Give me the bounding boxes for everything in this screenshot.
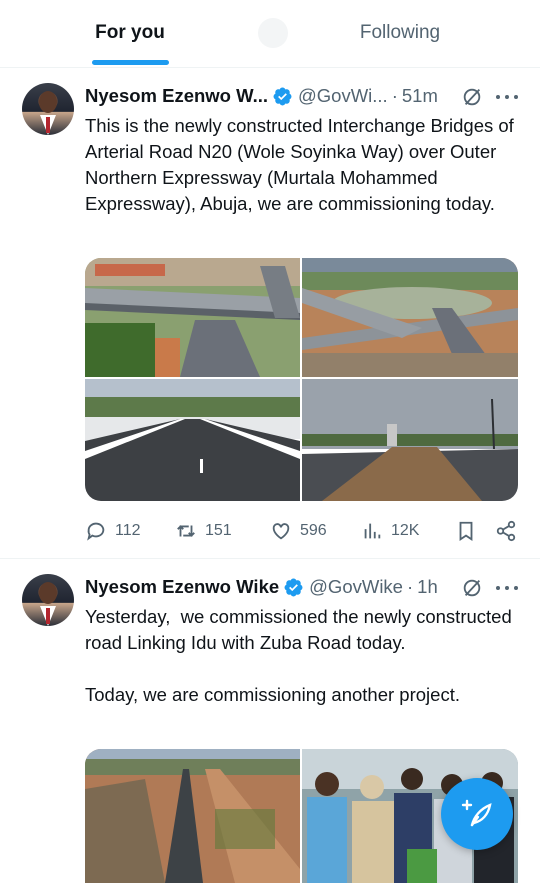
- tab-for-you[interactable]: For you: [60, 0, 200, 66]
- views-button[interactable]: 12K: [361, 518, 419, 544]
- more-icon[interactable]: [496, 86, 518, 108]
- media-photo-median-road[interactable]: [302, 379, 518, 501]
- tweet-text: This is the newly constructed Interchang…: [85, 113, 515, 217]
- media-photo-interchange-aerial[interactable]: [85, 258, 300, 377]
- author-handle[interactable]: @GovWike: [309, 576, 403, 598]
- share-button[interactable]: [495, 518, 525, 544]
- reply-icon: [87, 522, 105, 541]
- tweet[interactable]: Nyesom Ezenwo W... @GovWi... · 51m This …: [0, 69, 540, 559]
- retweet-count: 151: [205, 522, 232, 539]
- compose-icon: [461, 799, 492, 827]
- tab-divider-icon: [258, 18, 288, 48]
- author-name[interactable]: Nyesom Ezenwo Wike: [85, 576, 279, 598]
- avatar[interactable]: [22, 574, 74, 626]
- views-count: 12K: [391, 522, 420, 539]
- timestamp[interactable]: 51m: [402, 85, 438, 107]
- share-icon: [496, 520, 516, 542]
- bookmark-icon: [459, 521, 473, 541]
- reply-count: 112: [115, 522, 141, 539]
- reply-button[interactable]: 112: [85, 518, 141, 544]
- author-handle[interactable]: @GovWi...: [298, 85, 388, 107]
- timestamp[interactable]: 1h: [417, 576, 438, 598]
- bookmark-button[interactable]: [455, 518, 485, 544]
- separator-dot: ·: [406, 576, 414, 597]
- tweet-text-body: Yesterday, we commissioned the newly con…: [85, 606, 512, 705]
- grok-icon[interactable]: [461, 86, 483, 108]
- tweet-header: Nyesom Ezenwo Wike @GovWike · 1h: [85, 574, 438, 600]
- retweet-icon: [177, 525, 195, 537]
- author-name[interactable]: Nyesom Ezenwo W...: [85, 85, 268, 107]
- tweet-header: Nyesom Ezenwo W... @GovWi... · 51m: [85, 83, 438, 109]
- tab-for-you-label: For you: [95, 22, 165, 43]
- media-photo-interchange-wide[interactable]: [302, 258, 518, 377]
- timeline-tabs: For you Following: [0, 0, 540, 68]
- avatar[interactable]: [22, 83, 74, 135]
- media-grid: [85, 258, 518, 501]
- grok-icon[interactable]: [461, 577, 483, 599]
- tweet-text: Yesterday, we commissioned the newly con…: [85, 604, 515, 708]
- tab-following-label: Following: [359, 22, 441, 43]
- media-photo-road-aerial[interactable]: [85, 749, 300, 883]
- more-icon[interactable]: [496, 577, 518, 599]
- like-icon: [272, 523, 290, 540]
- retweet-button[interactable]: 151: [175, 518, 232, 544]
- active-tab-indicator: [92, 60, 169, 65]
- like-button[interactable]: 596: [270, 518, 327, 544]
- tab-following[interactable]: Following: [330, 0, 470, 66]
- verified-badge-icon: [284, 578, 303, 596]
- like-count: 596: [300, 522, 327, 539]
- tweet-text-body: This is the newly constructed Interchang…: [85, 115, 518, 214]
- separator-dot: ·: [391, 85, 398, 106]
- views-icon: [364, 523, 381, 539]
- tweet-actions: 112 151 596 12K: [85, 518, 525, 544]
- media-photo-bridge-deck[interactable]: [85, 379, 300, 501]
- compose-button[interactable]: [441, 778, 513, 850]
- verified-badge-icon: [273, 87, 292, 105]
